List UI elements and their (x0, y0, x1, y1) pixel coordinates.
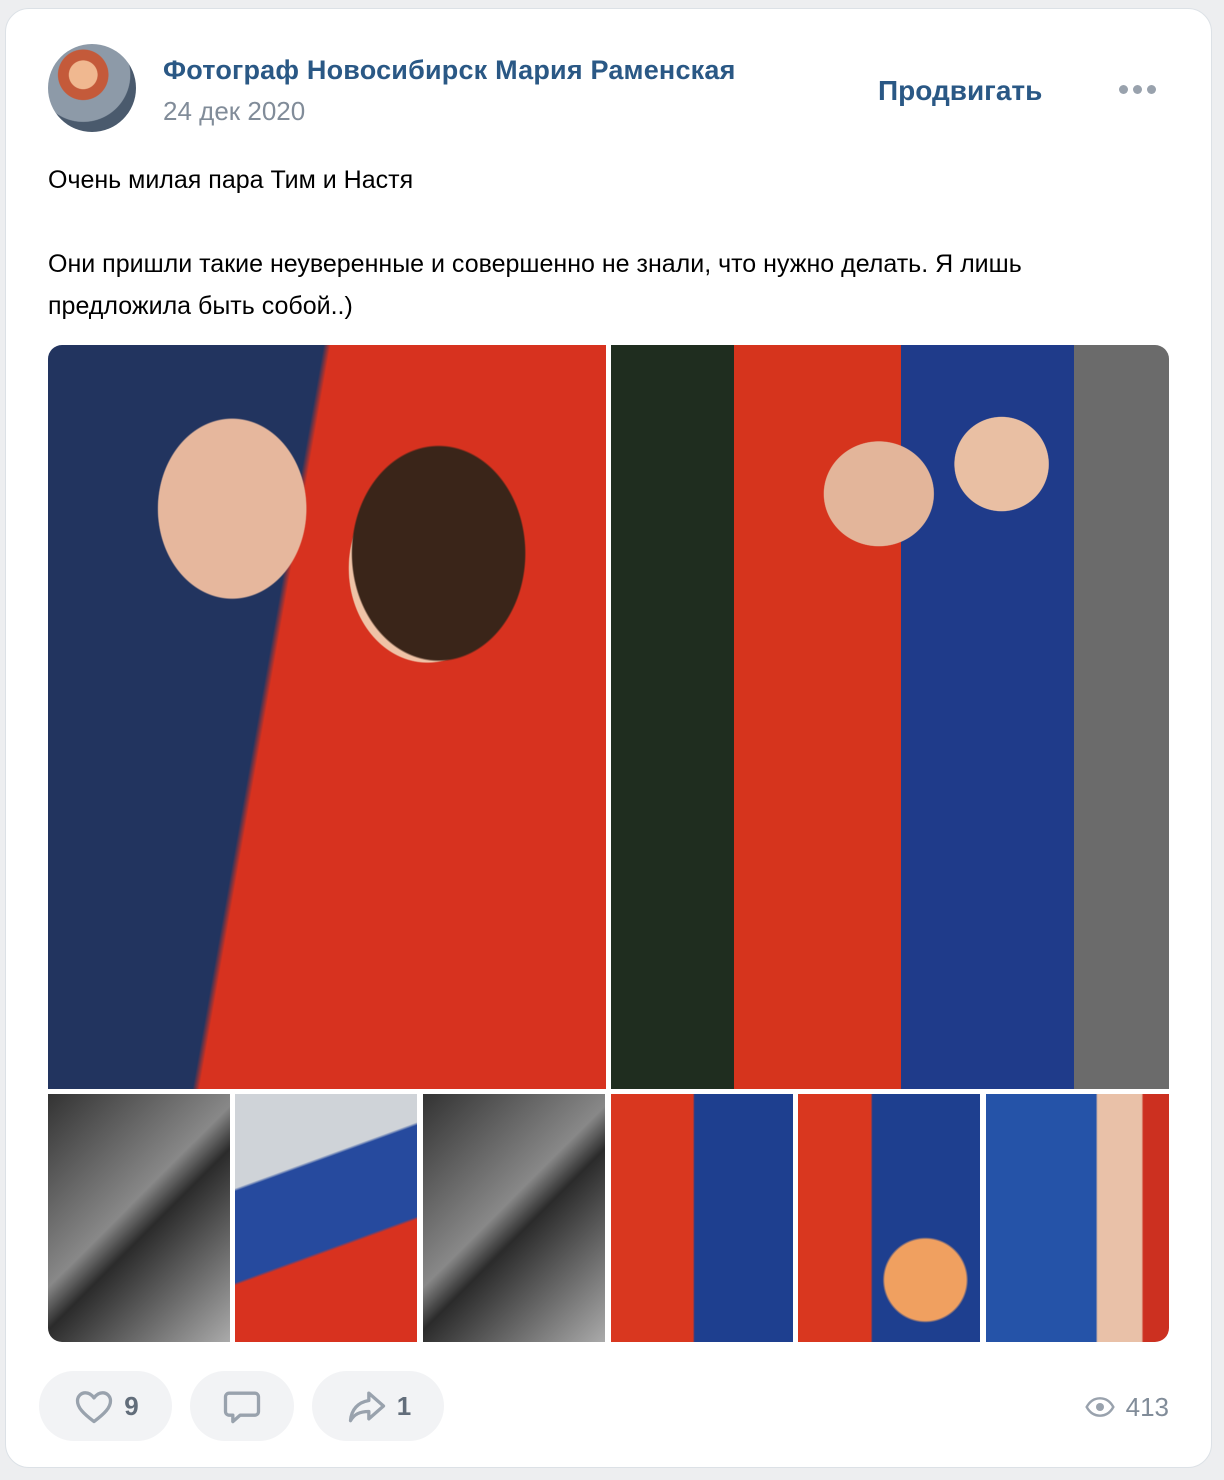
eye-icon (1084, 1397, 1115, 1417)
post-photo-3[interactable] (48, 1094, 230, 1342)
post-photo-5[interactable] (423, 1094, 605, 1342)
views-count: 413 (1125, 1391, 1169, 1422)
post-text-line: Они пришли такие неуверенные и совершенн… (48, 250, 1022, 320)
post-photo-7[interactable] (798, 1094, 980, 1342)
post-card: Фотограф Новосибирск Мария Раменская 24 … (5, 8, 1212, 1468)
share-arrow-icon (348, 1391, 385, 1423)
share-count: 1 (396, 1390, 412, 1421)
author-name[interactable]: Фотограф Новосибирск Мария Раменская (163, 55, 736, 86)
post-photo-8[interactable] (986, 1094, 1169, 1342)
post-text-line: Очень милая пара Тим и Настя (48, 166, 414, 194)
post-actions: 9 1 (39, 1371, 444, 1441)
author-avatar[interactable] (48, 44, 136, 132)
post-photo-2[interactable] (611, 345, 1169, 1089)
promote-button[interactable]: Продвигать (878, 75, 1042, 107)
comment-button[interactable] (190, 1371, 294, 1441)
heart-icon (76, 1391, 113, 1424)
comment-icon (223, 1391, 261, 1424)
post-text: Очень милая пара Тим и Настя Они пришли … (48, 159, 1158, 327)
views-counter: 413 (1084, 1391, 1169, 1423)
post-photo-1[interactable] (48, 345, 606, 1089)
post-photo-4[interactable] (235, 1094, 417, 1342)
like-button[interactable]: 9 (39, 1371, 172, 1441)
share-button[interactable]: 1 (312, 1371, 444, 1441)
post-date[interactable]: 24 дек 2020 (163, 96, 305, 127)
like-count: 9 (124, 1390, 139, 1421)
more-options-icon[interactable] (1119, 79, 1165, 99)
post-photo-6[interactable] (611, 1094, 793, 1342)
